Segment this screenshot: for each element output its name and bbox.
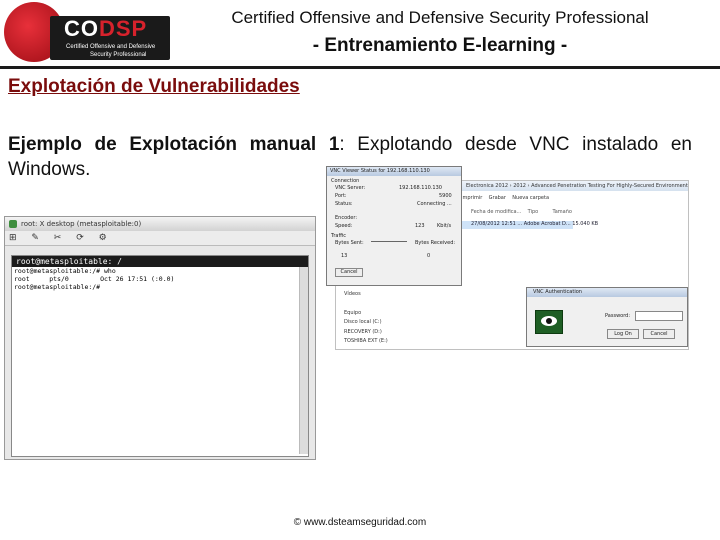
codsp-logo: CODSP Certified Offensive and Defensive …	[4, 2, 170, 64]
logo-subtitle-2: Security Professional	[90, 52, 147, 58]
terminal-line: root@metasploitable:/#	[14, 283, 101, 291]
header-title: Certified Offensive and Defensive Securi…	[231, 8, 649, 27]
header: CODSP Certified Offensive and Defensive …	[0, 0, 720, 68]
terminal-toolbar: ⊞ ✎ ✂ ⟳ ⚙	[5, 231, 315, 246]
vnc-auth-dialog: VNC Authentication Password: Log On Canc…	[526, 287, 688, 347]
header-subtitle: - Entrenamiento E-learning -	[312, 35, 568, 56]
password-input[interactable]	[635, 311, 683, 321]
login-button[interactable]: Log On	[607, 329, 639, 339]
terminal-scrollbar	[299, 267, 308, 454]
vnc-status-title: VNC Viewer Status for 192.168.110.130	[327, 167, 461, 176]
terminal-window-title: root: X desktop (metasploitable:0)	[5, 217, 315, 231]
terminal-screenshot: root: X desktop (metasploitable:0) ⊞ ✎ ✂…	[4, 216, 316, 460]
section-title: Explotación de Vulnerabilidades	[8, 76, 300, 97]
terminal-tab-title: root@metasploitable: /	[12, 256, 308, 267]
terminal-line: root pts/0 Oct 26 17:51 (:0.0)	[14, 275, 175, 283]
vnc-status-window: VNC Viewer Status for 192.168.110.130 Co…	[326, 166, 462, 286]
traffic-slider	[371, 241, 407, 242]
explorer-menu: Imprimir Grabar Nueva carpeta	[461, 195, 550, 201]
password-label: Password:	[605, 313, 631, 319]
logo-subtitle: Certified Offensive and Defensive	[66, 44, 156, 50]
vnc-status-cancel-button[interactable]: Cancel	[335, 268, 363, 277]
body-bold: Ejemplo de Explotación manual 1	[8, 134, 340, 155]
logo-text: CODSP	[64, 16, 148, 41]
explorer-file-row: 27/08/2012 12:51 ... Adobe Acrobat D... …	[461, 221, 598, 229]
terminal-app-icon	[9, 220, 17, 228]
explorer-sidebar: Música Vídeos Equipo Disco local (C:) RE…	[344, 281, 388, 344]
auth-cancel-button[interactable]: Cancel	[643, 329, 675, 339]
terminal-pane: root@metasploitable: / root@metasploitab…	[11, 255, 309, 457]
vnc-eye-icon	[535, 310, 563, 334]
terminal-line: root@metasploitable:/# who	[14, 267, 116, 275]
header-divider	[0, 66, 720, 69]
vnc-auth-title: VNC Authentication	[527, 288, 687, 297]
footer-copyright: © www.dsteamseguridad.com	[293, 517, 427, 528]
explorer-columns: Fecha de modifica... Tipo Tamaño	[471, 209, 572, 215]
